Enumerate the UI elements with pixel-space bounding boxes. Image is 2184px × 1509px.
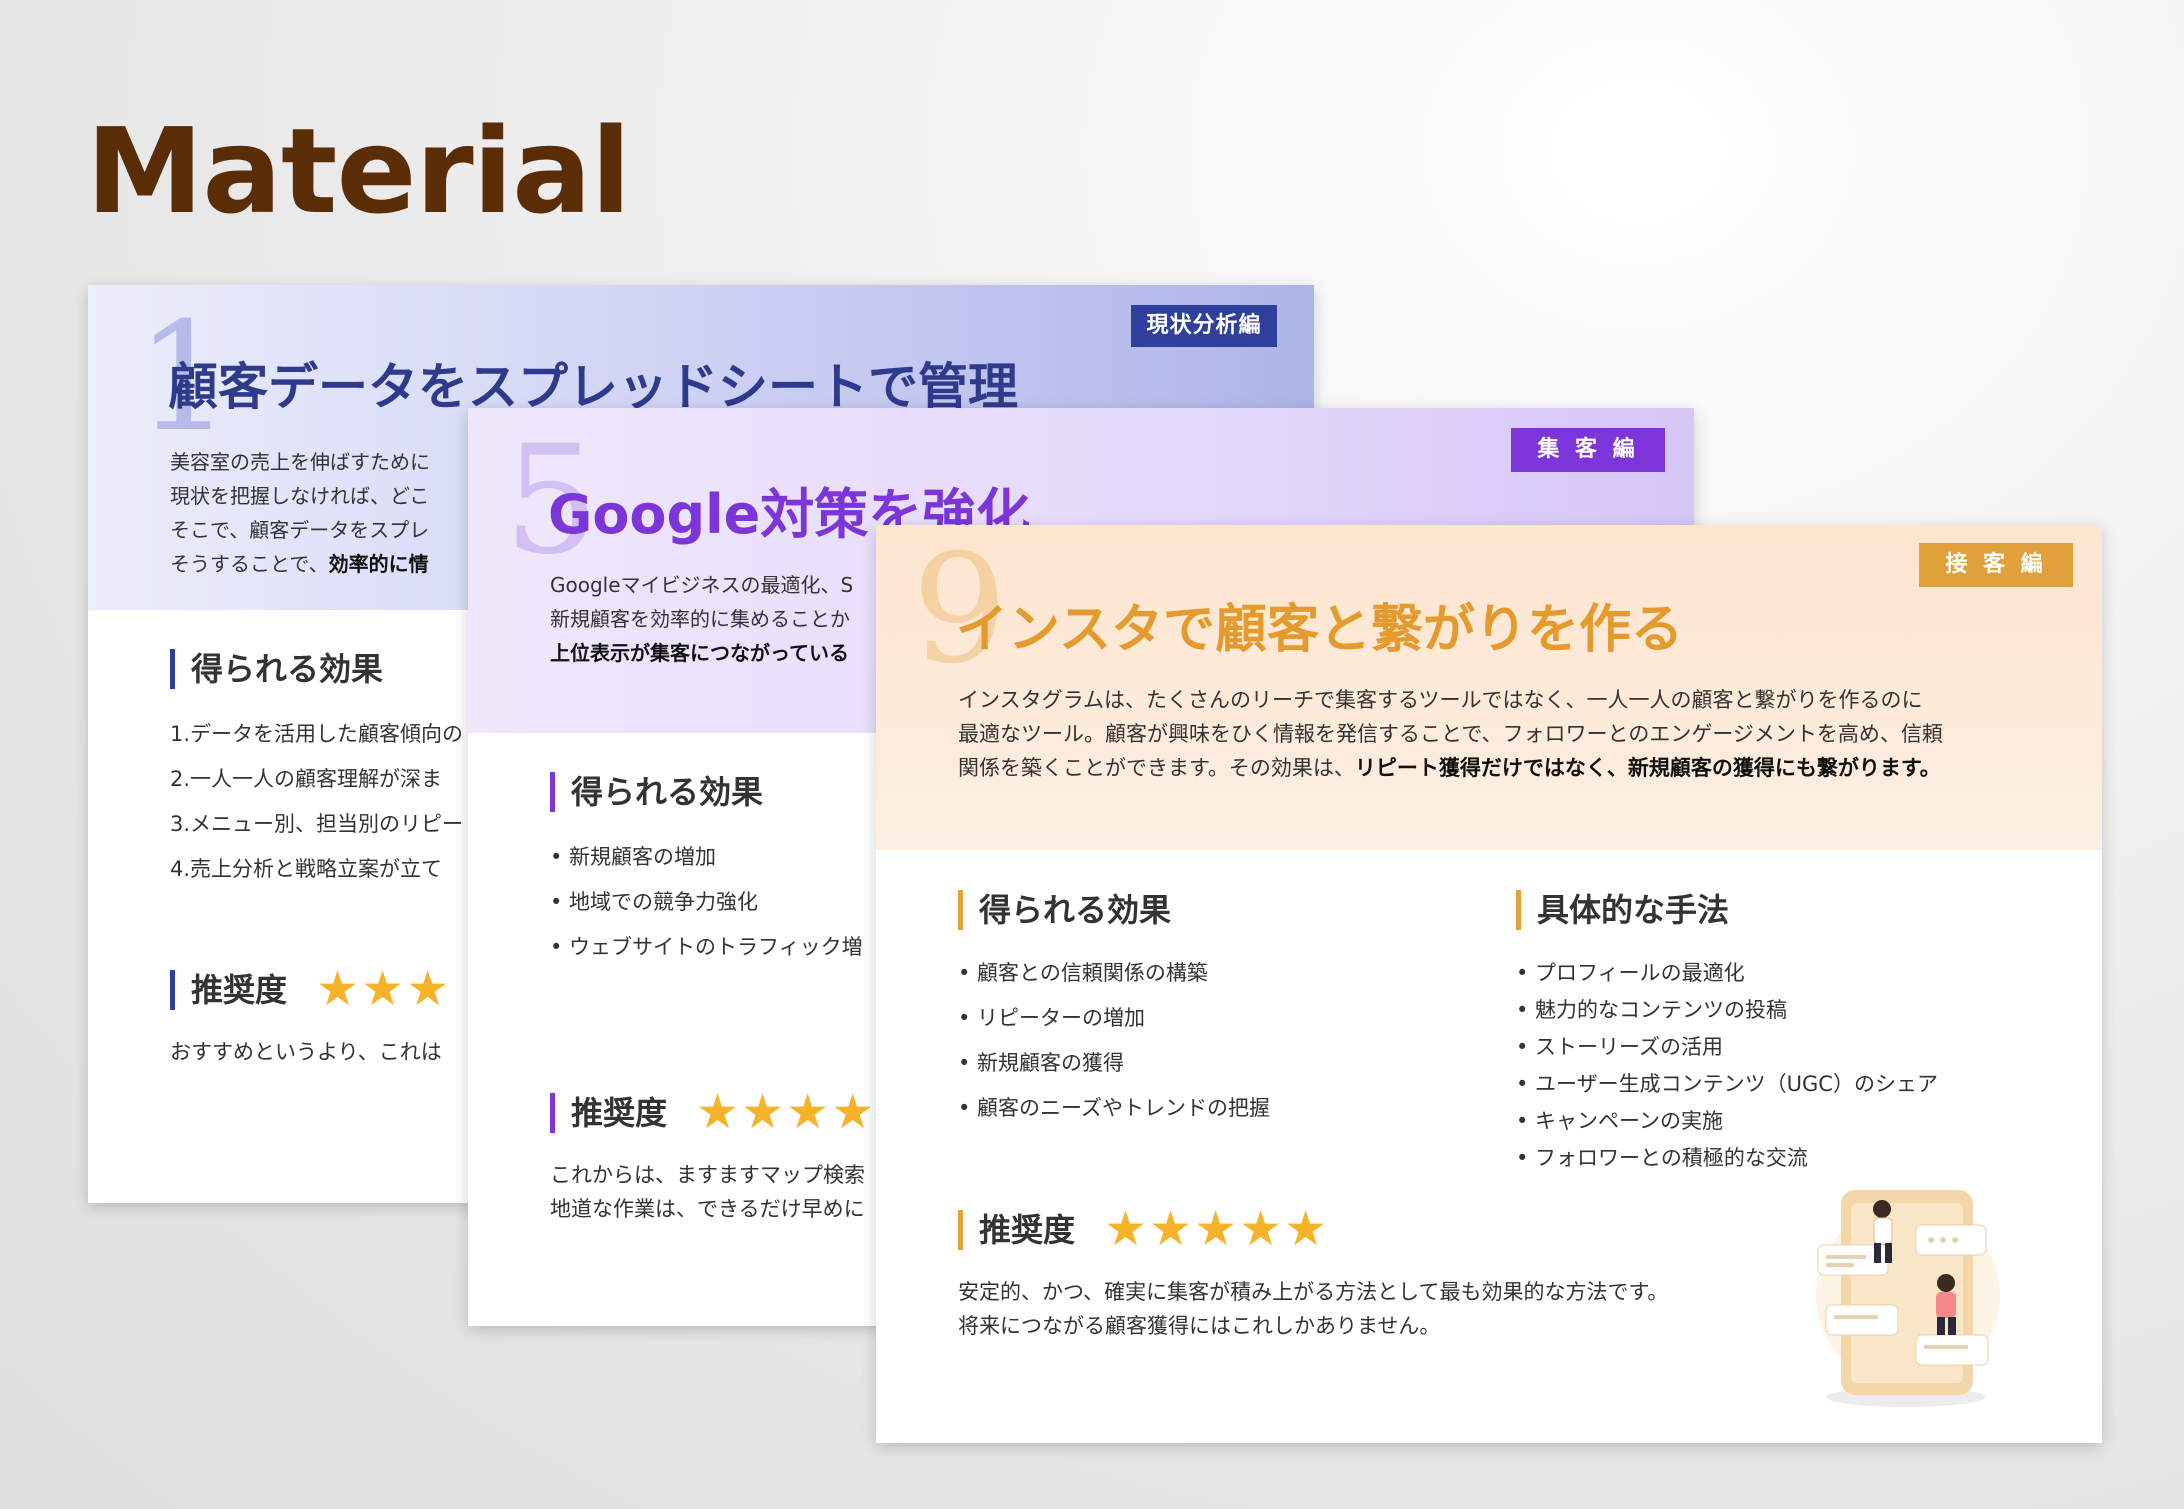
effects-heading: 得られる効果: [958, 890, 1171, 930]
effects-list: • 顧客との信頼関係の構築 • リピーターの増加 • 新規顧客の獲得 • 顧客の…: [958, 951, 1270, 1131]
effects-heading: 得られる効果: [170, 649, 383, 689]
list-item: • フォロワーとの積極的な交流: [1516, 1146, 1808, 1170]
list-item: • プロフィールの最適化: [1516, 961, 1745, 985]
methods-list: • プロフィールの最適化 • 魅力的なコンテンツの投稿 • ストーリーズの活用 …: [1516, 955, 1938, 1177]
intro-line: そこで、顧客データをスプレ: [170, 518, 430, 542]
rating-description: 安定的、かつ、確実に集客が積み上がる方法として最も効果的な方法です。 将来につな…: [958, 1275, 1668, 1343]
desc-line: 安定的、かつ、確実に集客が積み上がる方法として最も効果的な方法です。: [958, 1280, 1669, 1304]
rating-heading: 推奨度: [550, 1093, 667, 1133]
rating-stars: ★★★★★: [1104, 1201, 1330, 1257]
list-item: • ウェブサイトのトラフィック増: [550, 935, 863, 959]
list-item: • 新規顧客の獲得: [958, 1051, 1125, 1075]
social-media-illustration: [1816, 1190, 2000, 1407]
desc-line: これからは、ますますマップ検索: [550, 1163, 865, 1187]
category-tag: 現状分析編: [1131, 305, 1277, 347]
category-tag: 集 客 編: [1511, 428, 1665, 472]
intro-emphasis: 上位表示が集客につながっている: [550, 641, 849, 665]
intro-text: 関係を築くことができます。その効果は、: [958, 756, 1355, 780]
intro-line: Googleマイビジネスの最適化、S: [550, 573, 854, 597]
desc-line: 地道な作業は、できるだけ早めに: [550, 1197, 865, 1221]
list-item: • ストーリーズの活用: [1516, 1035, 1724, 1059]
intro-line: 関係を築くことができます。その効果は、リピート獲得だけではなく、新規顧客の獲得に…: [958, 751, 1943, 785]
list-item: • リピーターの増加: [958, 1006, 1146, 1030]
intro-line: インスタグラムは、たくさんのリーチで集客するツールではなく、一人一人の顧客と繋が…: [958, 688, 1923, 712]
list-item: 3.メニュー別、担当別のリピー: [170, 812, 464, 836]
intro-line: 新規顧客を効率的に集めることか: [550, 607, 850, 631]
rating-stars: ★★★: [316, 961, 452, 1017]
effects-heading: 得られる効果: [550, 772, 763, 812]
intro-line: 最適なツール。顧客が興味をひく情報を発信することで、フォロワーとのエンゲージメン…: [958, 722, 1943, 746]
intro-line: 美容室の売上を伸ばすために: [170, 450, 430, 474]
rating-heading: 推奨度: [170, 970, 287, 1010]
rating-heading: 推奨度: [958, 1210, 1075, 1250]
effects-list: 1.データを活用した顧客傾向の 2.一人一人の顧客理解が深ま 3.メニュー別、担…: [170, 712, 463, 892]
desc-line: 将来につながる顧客獲得にはこれしかありません。: [958, 1314, 1441, 1338]
card-instagram: 9 インスタで顧客と繋がりを作る 接 客 編 インスタグラムは、たくさんのリーチ…: [876, 525, 2102, 1443]
category-tag: 接 客 編: [1919, 543, 2073, 587]
card-intro: Googleマイビジネスの最適化、S 新規顧客を効率的に集めることか 上位表示が…: [550, 568, 853, 670]
page-heading: Material: [86, 102, 631, 240]
intro-emphasis: リピート獲得だけではなく、新規顧客の獲得にも繋がります。: [1354, 756, 1941, 780]
list-item: • キャンペーンの実施: [1516, 1109, 1724, 1133]
list-item: 4.売上分析と戦略立案が立て: [170, 857, 443, 881]
effects-list: • 新規顧客の増加 • 地域での競争力強化 • ウェブサイトのトラフィック増: [550, 835, 863, 970]
list-item: • 新規顧客の増加: [550, 845, 717, 869]
list-item: 1.データを活用した顧客傾向の: [170, 722, 464, 746]
list-item: • ユーザー生成コンテンツ（UGC）のシェア: [1516, 1072, 1938, 1096]
list-item: • 地域での競争力強化: [550, 890, 759, 914]
rating-description: おすすめというより、これは: [170, 1035, 442, 1069]
intro-line: 上位表示が集客につながっている: [550, 636, 853, 670]
desc-line: おすすめというより、これは: [170, 1040, 442, 1064]
intro-line: 現状を把握しなければ、どこ: [170, 484, 430, 508]
intro-emphasis: 効率的に情: [328, 552, 429, 576]
list-item: • 魅力的なコンテンツの投稿: [1516, 998, 1788, 1022]
rating-stars: ★★★★: [696, 1084, 877, 1140]
card-title: インスタで顧客と繋がりを作る: [956, 600, 1683, 660]
list-item: 2.一人一人の顧客理解が深ま: [170, 767, 443, 791]
list-item: • 顧客のニーズやトレンドの把握: [958, 1096, 1271, 1120]
card-intro: インスタグラムは、たくさんのリーチで集客するツールではなく、一人一人の顧客と繋が…: [958, 683, 1943, 785]
list-item: • 顧客との信頼関係の構築: [958, 961, 1208, 985]
methods-heading: 具体的な手法: [1516, 890, 1729, 930]
intro-text: そうすることで、: [170, 552, 329, 576]
intro-line: そうすることで、効率的に情: [170, 547, 430, 581]
rating-description: これからは、ますますマップ検索 地道な作業は、できるだけ早めに: [550, 1158, 865, 1226]
card-intro: 美容室の売上を伸ばすために 現状を把握しなければ、どこ そこで、顧客データをスプ…: [170, 445, 430, 581]
